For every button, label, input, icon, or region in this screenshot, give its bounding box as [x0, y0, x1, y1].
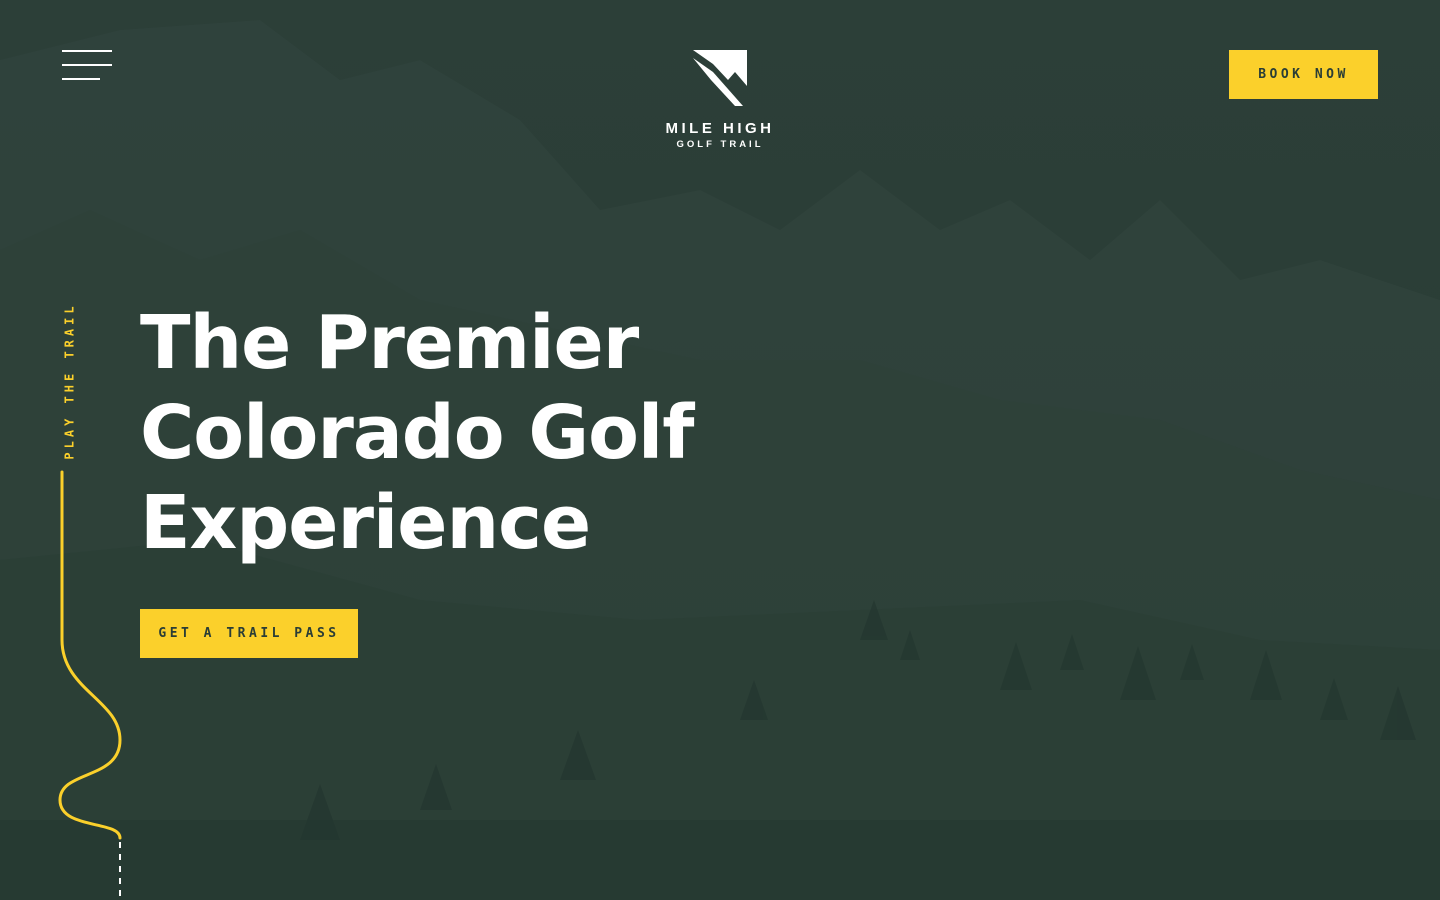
hamburger-menu-icon[interactable]	[62, 50, 112, 80]
book-now-button[interactable]: BOOK NOW	[1229, 50, 1378, 99]
play-the-trail-label[interactable]: PLAY THE TRAIL	[56, 302, 84, 459]
get-trail-pass-button[interactable]: GET A TRAIL PASS	[140, 609, 358, 658]
trail-path-graphic	[58, 470, 122, 900]
logo-title: MILE HIGH	[665, 120, 775, 137]
headline-line-1: The Premier	[140, 300, 639, 386]
site-logo[interactable]: MILE HIGH GOLF TRAIL	[640, 50, 800, 150]
headline-line-3: Experience	[140, 480, 591, 566]
headline-line-2: Colorado Golf	[140, 390, 695, 476]
mountain-logo-icon	[693, 50, 747, 106]
side-label-text: PLAY THE TRAIL	[63, 302, 77, 460]
hero-headline: The Premier Colorado Golf Experience	[140, 298, 840, 568]
logo-subtitle: GOLF TRAIL	[676, 139, 764, 150]
